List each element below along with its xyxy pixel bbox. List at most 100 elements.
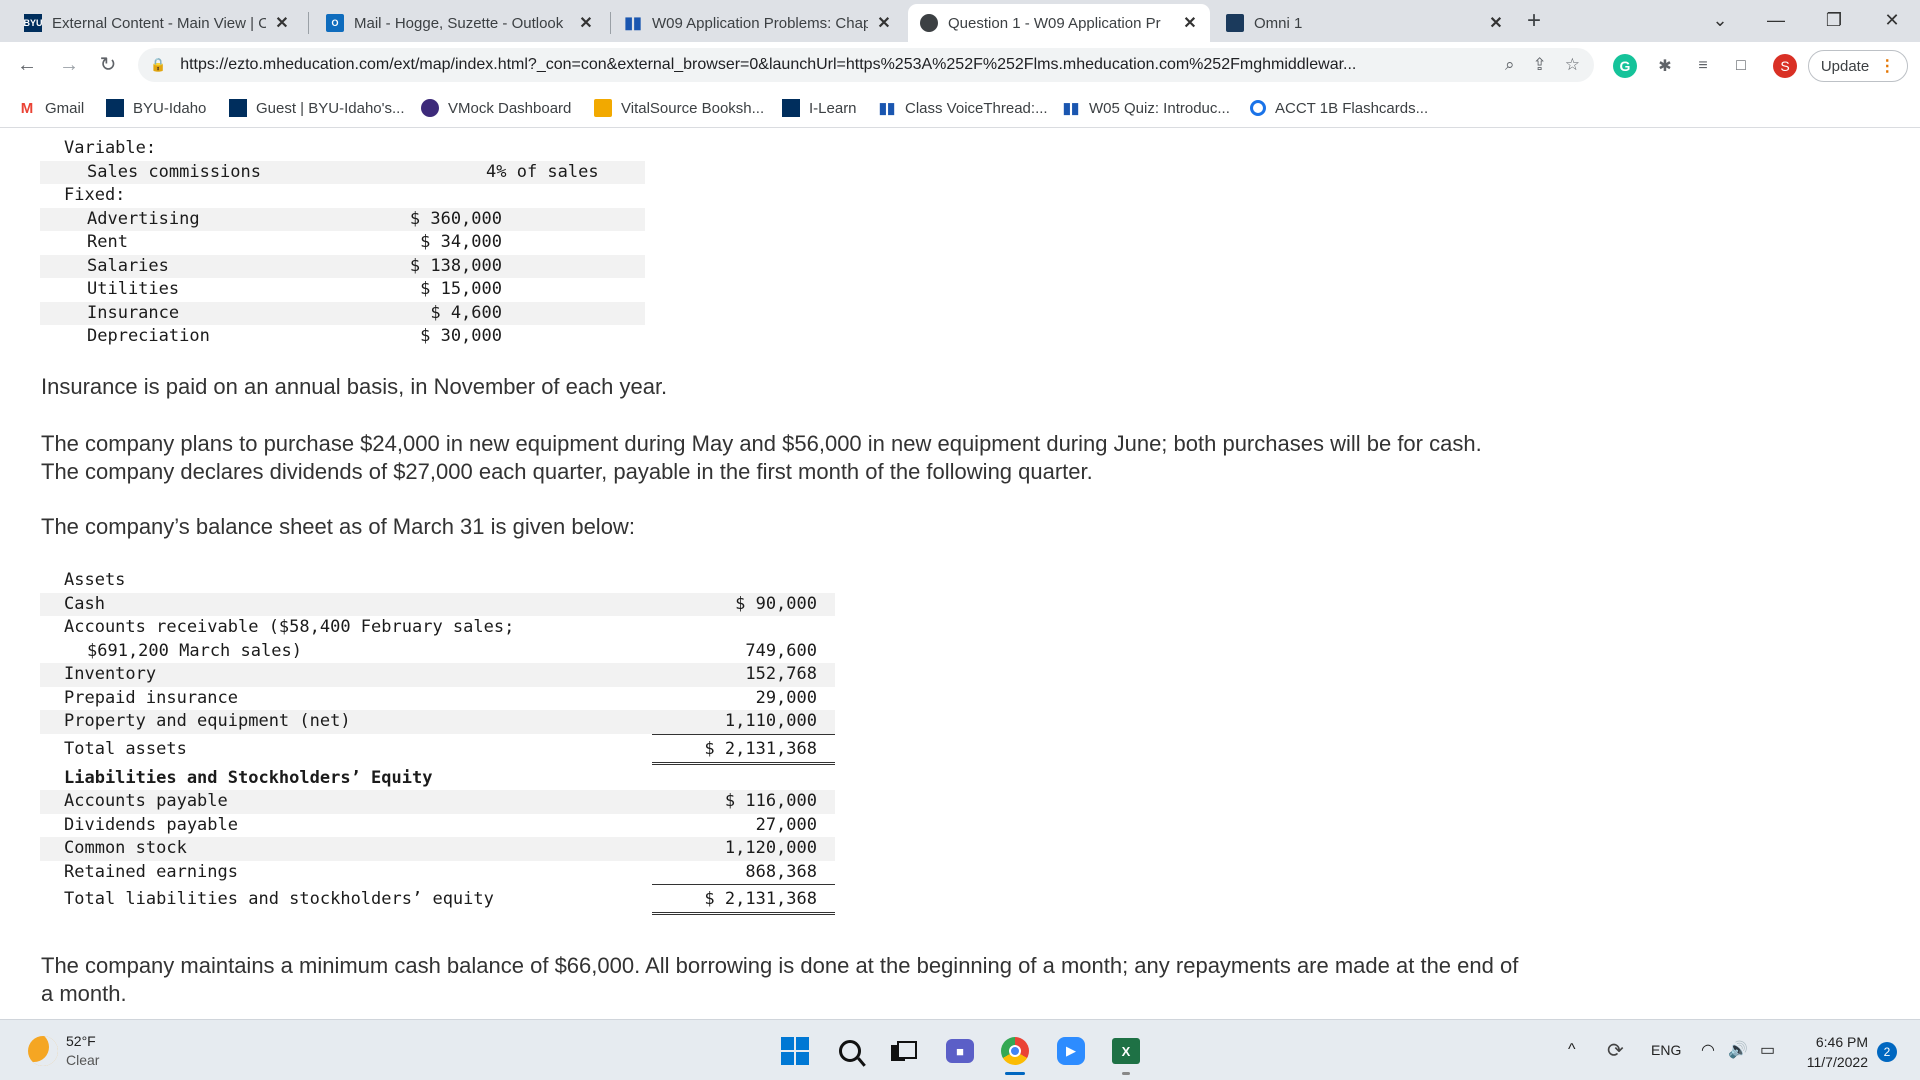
bookmark-vitalsource[interactable]: VitalSource Booksh... xyxy=(594,88,764,128)
table-row: Total liabilities and stockholders’ equi… xyxy=(40,884,835,915)
cash-policy-note: The company maintains a minimum cash bal… xyxy=(41,953,1519,1006)
expense-amount: $ 34,000 xyxy=(420,232,502,252)
table-row: Inventory 152,768 xyxy=(40,663,835,687)
vmock-icon xyxy=(421,99,439,117)
bookmark-star-icon[interactable]: ☆ xyxy=(1565,55,1580,75)
sync-icon[interactable]: ⟳ xyxy=(1607,1020,1624,1080)
bookmark-byu-idaho[interactable]: BYU-Idaho xyxy=(106,88,206,128)
new-tab-button[interactable]: + xyxy=(1518,6,1550,38)
minimize-button[interactable]: — xyxy=(1748,0,1804,40)
wifi-icon[interactable]: ◠ xyxy=(1701,1020,1715,1080)
tab-close-icon[interactable]: ✕ xyxy=(272,13,292,33)
grammarly-extension-icon[interactable]: G xyxy=(1613,54,1637,78)
update-button[interactable]: Update ⋮ xyxy=(1808,50,1908,82)
tab-close-icon[interactable]: ✕ xyxy=(1180,13,1200,33)
tab-question-1[interactable]: Question 1 - W09 Application Pr ✕ xyxy=(908,4,1210,42)
task-view-icon[interactable] xyxy=(886,1035,918,1067)
bars-favicon-icon: ▮▮ xyxy=(624,15,642,32)
extensions-puzzle-icon[interactable]: ✱ xyxy=(1653,54,1677,78)
teams-chat-icon[interactable]: ■ xyxy=(944,1035,976,1067)
table-row: Total assets $ 2,131,368 xyxy=(40,733,835,765)
variable-heading: Variable: xyxy=(64,138,157,158)
outlook-favicon-icon: O xyxy=(326,14,344,32)
tab-close-icon[interactable]: ✕ xyxy=(1486,13,1506,33)
table-row: Retained earnings 868,368 xyxy=(40,861,835,885)
volume-icon[interactable]: 🔊 xyxy=(1728,1020,1748,1080)
table-row: Insurance $ 4,600 xyxy=(40,301,645,325)
tab-title: Mail - Hogge, Suzette - Outlook xyxy=(354,14,564,32)
bookmark-vmock[interactable]: VMock Dashboard xyxy=(421,88,571,128)
zoom-icon[interactable]: ▶ xyxy=(1055,1035,1087,1067)
table-row: Assets xyxy=(40,569,835,593)
bookmark-guest-byu[interactable]: Guest | BYU-Idaho's... xyxy=(229,88,405,128)
sales-commissions-value: 4% of sales xyxy=(486,161,599,182)
restore-button[interactable]: ❐ xyxy=(1806,0,1862,40)
zoom-search-icon[interactable]: ⌕ xyxy=(1505,55,1515,75)
profile-avatar[interactable]: S xyxy=(1773,54,1797,78)
bookmark-acct-flashcards[interactable]: ACCT 1B Flashcards... xyxy=(1250,88,1428,128)
excel-icon[interactable]: X xyxy=(1110,1035,1142,1067)
battery-icon[interactable]: ▭ xyxy=(1760,1020,1775,1080)
share-icon[interactable]: ⇪ xyxy=(1533,55,1547,75)
weather-widget[interactable]: 52°F Clear xyxy=(28,1032,99,1070)
table-row: $691,200 March sales) 749,600 xyxy=(40,640,835,664)
table-row: Property and equipment (net) 1,110,000 xyxy=(40,710,835,734)
tab-external-content[interactable]: BYU External Content - Main View | O ✕ xyxy=(12,4,302,42)
bookmark-w05-quiz[interactable]: ▮▮ W05 Quiz: Introduc... xyxy=(1062,88,1230,128)
bookmark-label: Gmail xyxy=(45,99,85,117)
window-close-button[interactable]: ✕ xyxy=(1864,0,1920,40)
table-row: Advertising $ 360,000 xyxy=(40,207,645,231)
notification-badge[interactable]: 2 xyxy=(1877,1042,1897,1062)
retained-earnings-label: Retained earnings xyxy=(64,861,238,882)
windows-taskbar: 52°F Clear ■ ▶ X ^ ⟳ ENG ◠ 🔊 ▭ 6:46 PM 1… xyxy=(0,1019,1920,1080)
inventory-label: Inventory xyxy=(64,664,157,684)
address-bar[interactable]: 🔒 https://ezto.mheducation.com/ext/map/i… xyxy=(138,48,1594,82)
forward-arrow-icon[interactable]: → xyxy=(54,50,84,80)
bookmark-label: VMock Dashboard xyxy=(448,99,572,117)
side-panel-icon[interactable]: □ xyxy=(1729,54,1753,78)
accounts-receivable-label: Accounts receivable ($58,400 February sa… xyxy=(64,617,515,637)
globe-favicon-icon xyxy=(920,14,938,32)
dividends-payable-label: Dividends payable xyxy=(64,814,238,835)
table-row: Common stock 1,120,000 xyxy=(40,837,835,861)
total-assets-label: Total assets xyxy=(64,738,187,759)
bookmark-voicethread[interactable]: ▮▮ Class VoiceThread:... xyxy=(878,88,1048,128)
prepaid-insurance-value: 29,000 xyxy=(755,687,817,708)
language-indicator[interactable]: ENG xyxy=(1651,1020,1681,1080)
tab-omni-1[interactable]: Omni 1 ✕ xyxy=(1214,4,1516,42)
accounts-receivable-value: 749,600 xyxy=(745,640,817,661)
back-arrow-icon[interactable]: ← xyxy=(12,50,42,80)
inventory-value: 152,768 xyxy=(745,664,817,684)
assets-heading: Assets xyxy=(64,570,126,590)
vitalsource-icon xyxy=(594,99,612,117)
tab-close-icon[interactable]: ✕ xyxy=(874,13,894,33)
expense-label: Rent xyxy=(87,232,128,252)
tab-close-icon[interactable]: ✕ xyxy=(576,13,596,33)
reading-list-icon[interactable]: ≡ xyxy=(1691,54,1715,78)
reload-icon[interactable]: ↻ xyxy=(93,50,123,80)
clock-date: 11/7/2022 xyxy=(1806,1054,1868,1070)
start-windows-icon[interactable] xyxy=(779,1035,811,1067)
gmail-icon: M xyxy=(20,99,34,117)
tab-search-chevron-icon[interactable]: ⌄ xyxy=(1692,0,1748,40)
bookmark-label: VitalSource Booksh... xyxy=(621,99,765,117)
tab-outlook-mail[interactable]: O Mail - Hogge, Suzette - Outlook ✕ xyxy=(314,4,606,42)
bookmark-gmail[interactable]: M Gmail xyxy=(18,88,84,128)
tab-title: Omni 1 xyxy=(1254,14,1303,32)
byu-icon xyxy=(229,99,247,117)
table-row: Rent $ 34,000 xyxy=(40,231,645,255)
bars-icon: ▮▮ xyxy=(878,100,896,117)
moon-icon xyxy=(28,1036,58,1066)
cash-value: $ 90,000 xyxy=(735,593,817,614)
fixed-heading: Fixed: xyxy=(64,185,126,205)
system-clock[interactable]: 6:46 PM 11/7/2022 xyxy=(1790,1032,1868,1072)
search-icon[interactable] xyxy=(834,1035,866,1067)
url-text[interactable]: https://ezto.mheducation.com/ext/map/ind… xyxy=(180,56,1505,74)
bookmark-label: ACCT 1B Flashcards... xyxy=(1275,99,1429,117)
bookmark-i-learn[interactable]: I-Learn xyxy=(782,88,857,128)
excel-open-indicator xyxy=(1122,1072,1130,1075)
chrome-icon[interactable] xyxy=(999,1035,1031,1067)
tab-w09-application-problems[interactable]: ▮▮ W09 Application Problems: Chap ✕ xyxy=(612,4,904,42)
temperature: 52°F xyxy=(66,1033,96,1049)
tray-chevron-up-icon[interactable]: ^ xyxy=(1568,1020,1576,1080)
